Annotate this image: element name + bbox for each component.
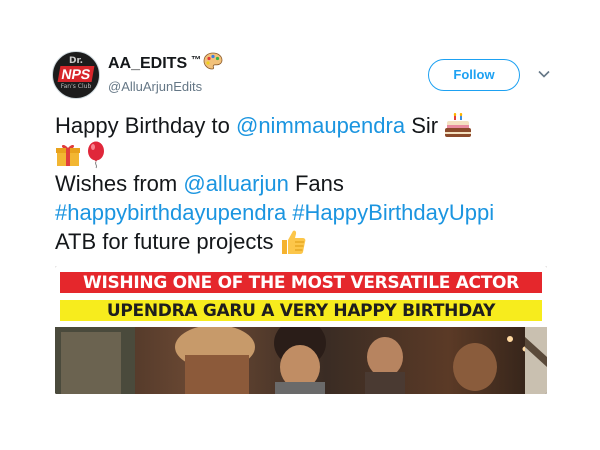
author-handle[interactable]: @AlluArjunEdits xyxy=(108,79,202,94)
author-display-name[interactable]: AA_EDITS xyxy=(108,55,187,73)
palette-icon xyxy=(203,52,223,70)
gift-icon xyxy=(56,144,80,166)
follow-button[interactable]: Follow xyxy=(428,59,520,91)
tweet-line: #happybirthdayupendra #HappyBirthdayUppi xyxy=(55,198,555,227)
mention-link[interactable]: @nimmaupendra xyxy=(236,111,405,140)
thumbs-up-icon xyxy=(282,230,306,254)
mention-link[interactable]: @alluarjun xyxy=(183,169,289,198)
tweet-card: Dr. NPS Fan's Club AA_EDITS ™ @AlluArjun… xyxy=(0,0,600,450)
tweet-text-segment: Fans xyxy=(288,171,344,196)
media-banner-yellow: UPENDRA GARU A VERY HAPPY BIRTHDAY xyxy=(58,298,544,323)
tweet-text-segment: Happy Birthday to xyxy=(55,113,236,138)
tweet-line: Happy Birthday to @nimmaupendra Sir xyxy=(55,111,555,140)
tweet-text-segment: ATB for future projects xyxy=(55,229,274,254)
balloon-icon xyxy=(88,141,104,168)
tweet-line xyxy=(55,140,555,169)
tweet-text-segment: Sir xyxy=(405,113,439,138)
tweet-line: ATB for future projects xyxy=(55,227,555,256)
avatar[interactable]: Dr. NPS Fan's Club xyxy=(52,51,100,99)
avatar-text-top: Dr. xyxy=(68,56,84,66)
tweet-line: Wishes from @alluarjun Fans xyxy=(55,169,555,198)
media-banner-red: WISHING ONE OF THE MOST VERSATILE ACTOR xyxy=(58,270,544,295)
hashtag-link[interactable]: #HappyBirthdayUppi xyxy=(292,198,494,227)
avatar-text-logo: NPS xyxy=(57,66,95,82)
hashtag-link[interactable]: #happybirthdayupendra xyxy=(55,198,286,227)
movie-still-photo xyxy=(55,327,547,394)
tweet-text: Happy Birthday to @nimmaupendra Sir Wish… xyxy=(55,111,555,256)
caret-down-icon[interactable] xyxy=(538,70,550,78)
avatar-text-bottom: Fan's Club xyxy=(60,83,92,90)
trademark-symbol: ™ xyxy=(191,54,202,66)
author-name-row[interactable]: AA_EDITS ™ xyxy=(108,52,223,75)
birthday-cake-icon xyxy=(445,112,472,137)
tweet-text-segment: Wishes from xyxy=(55,171,184,196)
tweet-media-image[interactable]: WISHING ONE OF THE MOST VERSATILE ACTOR … xyxy=(55,266,547,394)
